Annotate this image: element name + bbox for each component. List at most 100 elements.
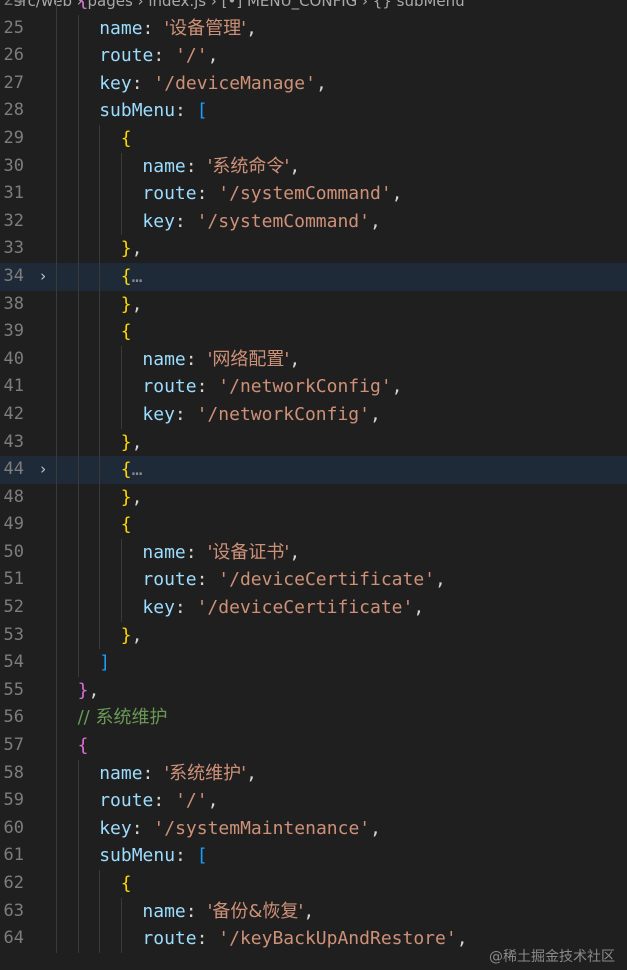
code-token: : <box>131 817 154 839</box>
line-number: 50 <box>3 541 24 562</box>
code-token: '网络配置' <box>207 348 290 370</box>
code-line[interactable]: 57 { <box>0 732 627 760</box>
code-line[interactable]: 34 › {… <box>0 262 627 291</box>
code-token: route <box>142 183 197 205</box>
line-number: 52 <box>3 597 24 618</box>
code-text: { <box>121 870 132 898</box>
indent-guide <box>56 290 57 319</box>
code-line[interactable]: 59 route: '/', <box>0 787 627 815</box>
code-token: , <box>207 45 219 67</box>
code-line[interactable]: 54] <box>0 649 627 677</box>
code-line[interactable]: 30 name: '系统命令', <box>0 152 627 181</box>
line-number: 24 <box>3 0 24 10</box>
indent-guide <box>56 207 57 236</box>
code-token: : <box>153 45 176 67</box>
indent-guide <box>77 373 79 401</box>
code-token: { <box>77 0 89 11</box>
code-line[interactable]: 41 route: '/networkConfig', <box>0 373 627 401</box>
code-token: name <box>142 541 186 563</box>
indent-guide <box>99 318 101 346</box>
indent-guide <box>56 814 57 843</box>
code-token: { <box>120 127 132 149</box>
fold-expand-icon[interactable]: › <box>36 263 50 291</box>
code-line[interactable]: 40 name: '网络配置', <box>0 345 627 374</box>
code-line[interactable]: 27 key: '/deviceManage', <box>0 69 627 98</box>
code-token: subMenu <box>99 845 176 867</box>
code-line[interactable]: 63 name: '备份&恢复', <box>0 897 627 926</box>
code-line[interactable]: 44 › {… <box>0 456 627 484</box>
code-token: , <box>289 155 301 177</box>
indent-guide <box>77 428 79 457</box>
code-line[interactable]: 48}, <box>0 483 627 512</box>
code-line[interactable]: 29 { <box>0 124 627 153</box>
indent-guide <box>77 759 79 788</box>
code-text: { <box>121 125 132 153</box>
code-token: key <box>142 210 175 232</box>
code-line[interactable]: 39 { <box>0 318 627 346</box>
code-line[interactable]: 62 { <box>0 870 627 898</box>
code-token: : <box>175 100 197 122</box>
code-text: route: '/networkConfig', <box>142 373 402 401</box>
code-text: route: '/', <box>99 42 218 70</box>
code-line[interactable]: 42 key: '/networkConfig', <box>0 400 627 429</box>
code-line[interactable]: 51 route: '/deviceCertificate', <box>0 566 627 595</box>
code-token: , <box>289 541 301 563</box>
code-token: , <box>246 762 257 784</box>
line-number: 32 <box>3 210 24 231</box>
indent-guide <box>77 842 79 870</box>
code-lines[interactable]: 24 {25 name: '设备管理', 26 route: '/', 27 key: '/… <box>0 0 627 953</box>
fold-expand-icon[interactable]: › <box>36 456 50 484</box>
line-number: 39 <box>3 321 24 342</box>
indent-guide <box>77 262 79 291</box>
code-line[interactable]: 55}, <box>0 676 627 705</box>
code-line[interactable]: 53}, <box>0 621 627 650</box>
code-line[interactable]: 60 key: '/systemMaintenance', <box>0 814 627 843</box>
code-token: [ <box>196 100 208 122</box>
code-line[interactable]: 28 subMenu: [ <box>0 97 627 125</box>
code-token: } <box>120 238 132 260</box>
code-line[interactable]: 43}, <box>0 428 627 457</box>
line-number: 28 <box>3 100 24 121</box>
indent-guide <box>56 428 57 457</box>
code-line[interactable]: 33}, <box>0 235 627 263</box>
indent-guide <box>120 180 122 208</box>
code-text: subMenu: [ <box>99 97 207 125</box>
code-token: : <box>185 900 208 922</box>
indent-guide <box>120 400 122 429</box>
line-number: 61 <box>3 845 24 866</box>
indent-guide <box>120 207 122 236</box>
code-token: subMenu <box>99 100 176 122</box>
indent-guide <box>56 566 57 595</box>
indent-guide <box>77 787 79 815</box>
code-token: , <box>131 486 143 508</box>
indent-guide <box>56 345 57 374</box>
code-line[interactable]: 58 name: '系统维护', <box>0 759 627 788</box>
code-line[interactable]: 52 key: '/deviceCertificate', <box>0 594 627 622</box>
line-number: 55 <box>3 679 24 700</box>
code-line[interactable]: 26 route: '/', <box>0 42 627 70</box>
indent-guide <box>77 69 79 98</box>
code-token: : <box>185 155 208 177</box>
code-token: '备份&恢复' <box>207 900 304 922</box>
indent-guide <box>77 456 79 484</box>
code-line[interactable]: 38}, <box>0 290 627 319</box>
code-line[interactable]: 24 { <box>0 0 627 15</box>
code-line[interactable]: 32 key: '/systemCommand', <box>0 207 627 236</box>
code-line[interactable]: 50 name: '设备证书', <box>0 538 627 567</box>
indent-guide <box>99 373 101 401</box>
code-text: key: '/deviceCertificate', <box>142 594 424 622</box>
code-line[interactable]: 31 route: '/systemCommand', <box>0 180 627 208</box>
code-token: key <box>142 403 175 425</box>
code-token: '/' <box>175 45 208 67</box>
code-token: : <box>196 376 219 398</box>
code-token: } <box>120 431 132 453</box>
code-editor[interactable]: src/web › pages › index.js › [•] MENU_CO… <box>0 0 627 970</box>
code-line[interactable]: 56 // 系统维护 <box>0 704 627 733</box>
code-line[interactable]: 25 name: '设备管理', <box>0 14 627 43</box>
code-line[interactable]: 61 subMenu: [ <box>0 842 627 870</box>
code-line[interactable]: 49 { <box>0 511 627 539</box>
indent-guide <box>56 318 57 346</box>
code-token: { <box>120 265 132 287</box>
indent-guide <box>77 14 79 43</box>
line-number: 44 <box>3 459 24 480</box>
